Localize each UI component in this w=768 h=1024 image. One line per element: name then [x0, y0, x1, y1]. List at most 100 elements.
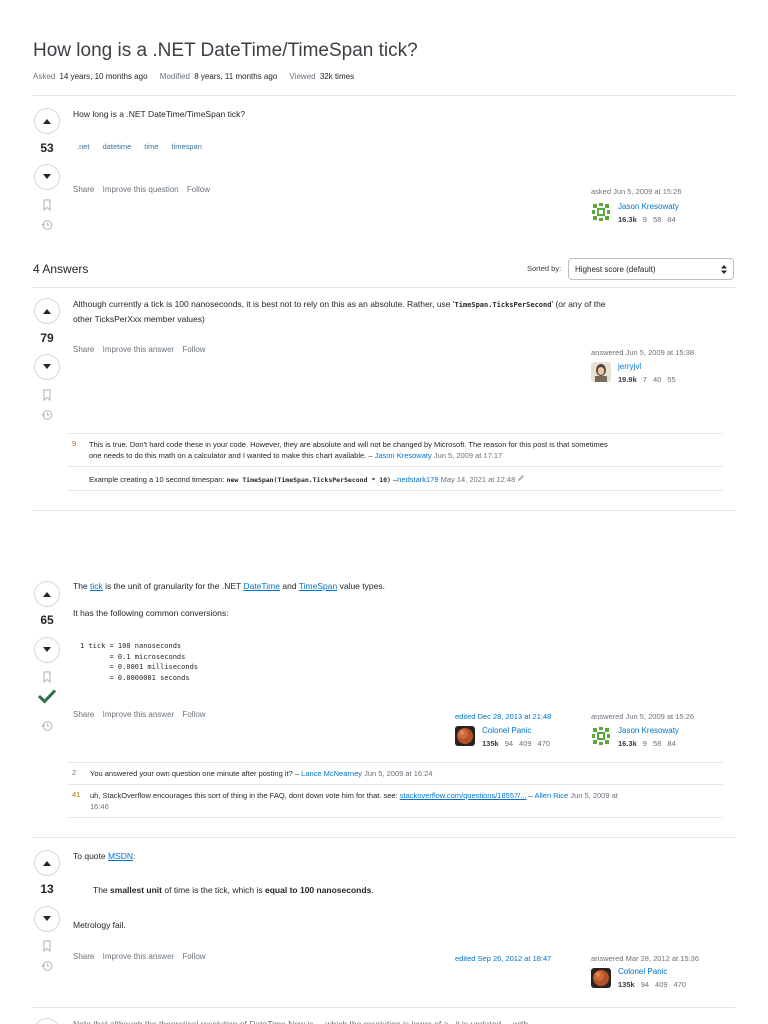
comment-user[interactable]: Allen Rice — [534, 791, 568, 800]
improve-link[interactable]: Improve this answer — [103, 952, 175, 961]
upvote-button[interactable] — [34, 1018, 60, 1024]
avatar[interactable] — [591, 202, 611, 222]
improve-link[interactable]: Improve this question — [103, 185, 179, 194]
quote-bold: smallest unit — [110, 885, 162, 895]
comment-user[interactable]: Jason Kresowaty — [375, 451, 432, 460]
bookmark-icon[interactable] — [41, 940, 53, 952]
reputation-score: 135k — [482, 739, 499, 748]
user-name[interactable]: Jason Kresowaty — [618, 726, 679, 735]
avatar[interactable] — [591, 362, 611, 382]
msdn-link[interactable]: MSDN — [108, 851, 133, 861]
arrow-down-icon — [43, 916, 51, 921]
comment-time[interactable]: Jun 5, 2009 at 16:24 — [364, 769, 432, 778]
comment-time[interactable]: May 14, 2021 at 12:48 — [441, 475, 516, 484]
upvote-button[interactable] — [34, 850, 60, 876]
answer-text-cutoff: Note that although the theoretical resol… — [73, 1019, 538, 1024]
avatar[interactable] — [591, 968, 611, 988]
bronze-badges: 84 — [667, 739, 676, 748]
upvote-button[interactable] — [34, 108, 60, 134]
modified-value[interactable]: 8 years, 11 months ago — [194, 72, 277, 81]
asked-value[interactable]: 14 years, 10 months ago — [59, 72, 147, 81]
avatar[interactable] — [455, 726, 475, 746]
gold-badges: 94 — [640, 980, 650, 989]
tick-link[interactable]: tick — [90, 581, 103, 591]
arrow-up-icon — [43, 861, 51, 866]
timespan-link[interactable]: TimeSpan — [299, 581, 337, 591]
share-link[interactable]: Share — [73, 952, 94, 961]
downvote-button[interactable] — [34, 906, 60, 932]
tag[interactable]: timespan — [171, 142, 201, 151]
improve-link[interactable]: Improve this answer — [103, 345, 175, 354]
follow-link[interactable]: Follow — [182, 345, 205, 354]
avatar[interactable] — [591, 726, 611, 746]
datetime-link[interactable]: DateTime — [243, 581, 280, 591]
history-icon[interactable] — [41, 409, 53, 421]
improve-link[interactable]: Improve this answer — [103, 710, 175, 719]
share-link[interactable]: Share — [73, 345, 94, 354]
comment-score: 41 — [72, 790, 81, 799]
answer-text: is the unit of granularity for the .NET — [105, 581, 242, 591]
answer-text: value types. — [339, 581, 385, 591]
quote-bold: equal to 100 nanoseconds — [265, 885, 372, 895]
answer-text: ' (or any of the — [551, 299, 606, 309]
comment-time[interactable]: Jun 5, 2009 at 17:17 — [434, 451, 502, 460]
history-icon[interactable] — [41, 960, 53, 972]
answer-vote-count: 79 — [40, 331, 54, 345]
edit-pencil-icon — [518, 475, 525, 481]
comment-divider — [68, 466, 723, 467]
downvote-button[interactable] — [34, 164, 60, 190]
comment-score: 2 — [72, 768, 77, 777]
tag[interactable]: datetime — [103, 142, 132, 151]
user-name[interactable]: jerryjvl — [618, 362, 641, 371]
downvote-button[interactable] — [34, 354, 60, 380]
tag[interactable]: .net — [77, 142, 90, 151]
comment-user[interactable]: Lance McNearney — [301, 769, 362, 778]
share-link[interactable]: Share — [73, 185, 94, 194]
comment-divider — [68, 762, 723, 763]
editor-time[interactable]: edited Dec 28, 2013 at 21:48 — [455, 712, 551, 721]
signer-time[interactable]: answered Jun 5, 2009 at 15:38 — [591, 348, 694, 357]
user-name[interactable]: Colonel Panic — [618, 967, 667, 976]
signer-time[interactable]: answered Jun 5, 2009 at 15:26 — [591, 712, 694, 721]
history-icon[interactable] — [41, 720, 53, 732]
post-actions: Share Improve this answer Follow — [73, 710, 212, 719]
question-title[interactable]: How long is a .NET DateTime/TimeSpan tic… — [33, 40, 418, 62]
bookmark-icon[interactable] — [41, 389, 53, 401]
comment-time[interactable]: 16:46 — [90, 801, 720, 812]
arrow-down-icon — [43, 647, 51, 652]
answer-vote-count: 65 — [40, 613, 54, 627]
upvote-button[interactable] — [34, 581, 60, 607]
comment-user[interactable]: nedstark179 — [397, 475, 438, 484]
signer-time[interactable]: answered Mar 28, 2012 at 15:36 — [591, 954, 699, 963]
divider — [33, 287, 735, 288]
tag[interactable]: time — [144, 142, 158, 151]
comment-time[interactable]: Jun 5, 2009 at — [570, 791, 618, 800]
signer-time[interactable]: asked Jun 5, 2009 at 15:26 — [591, 187, 682, 196]
tag-list: .net datetime time timespan — [77, 142, 202, 151]
history-icon[interactable] — [41, 219, 53, 231]
follow-link[interactable]: Follow — [182, 710, 205, 719]
inline-code: new TimeSpan(TimeSpan.TicksPerSecond * 1… — [226, 476, 391, 484]
share-link[interactable]: Share — [73, 710, 94, 719]
bookmark-icon[interactable] — [41, 671, 53, 683]
user-name[interactable]: Colonel Panic — [482, 726, 531, 735]
comment-link[interactable]: stackoverflow.com/questions/18557/... — [400, 791, 527, 800]
upvote-button[interactable] — [34, 298, 60, 324]
gold-badges: 94 — [504, 739, 514, 748]
blockquote: The smallest unit of time is the tick, w… — [93, 883, 374, 897]
answer-text: To quote — [73, 851, 106, 861]
inline-code: TimeSpan.TicksPerSecond — [454, 301, 552, 309]
question-meta: Asked 14 years, 10 months ago Modified 8… — [33, 72, 356, 81]
comment-divider — [68, 784, 723, 785]
comment-text: one needs to do this math on a calculato… — [89, 451, 373, 460]
user-name[interactable]: Jason Kresowaty — [618, 202, 679, 211]
follow-link[interactable]: Follow — [182, 952, 205, 961]
quote-text: of time is the tick, which is — [164, 885, 263, 895]
editor-time[interactable]: edited Sep 26, 2012 at 18:47 — [455, 954, 551, 963]
follow-link[interactable]: Follow — [187, 185, 210, 194]
downvote-button[interactable] — [34, 637, 60, 663]
asked-label: Asked — [33, 72, 56, 81]
bookmark-icon[interactable] — [41, 199, 53, 211]
user-reputation: 19.9k 7 40 55 — [618, 375, 682, 384]
sort-select[interactable]: Highest score (default) — [568, 258, 734, 280]
